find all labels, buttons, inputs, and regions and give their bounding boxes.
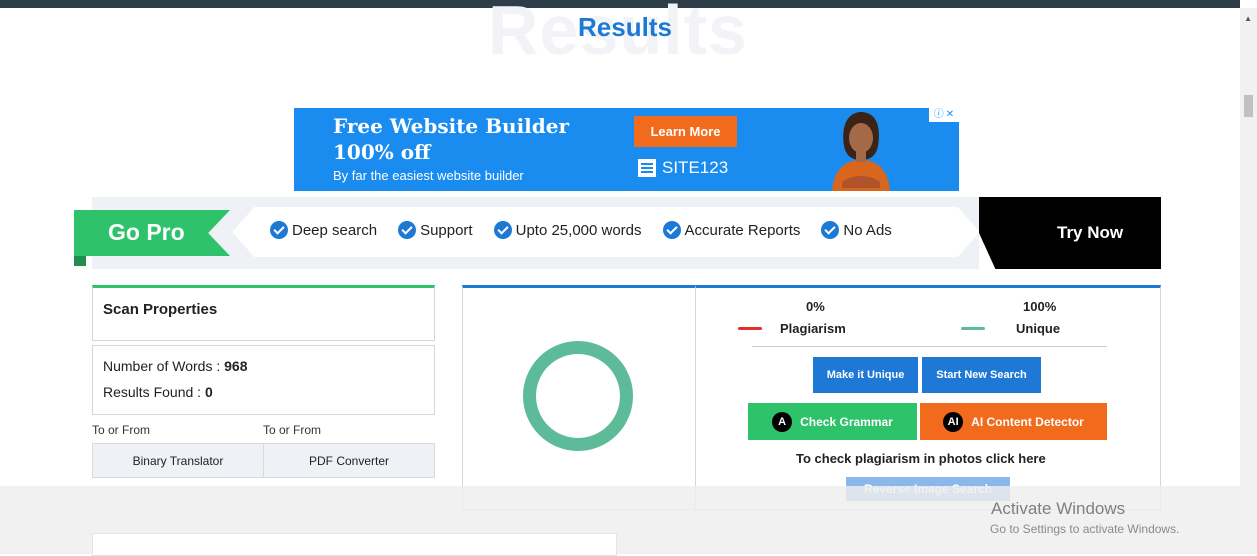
word-count: Number of Words : 968 bbox=[103, 358, 247, 374]
feature-item: Support bbox=[398, 221, 473, 239]
ai-detector-label: AI Content Detector bbox=[971, 414, 1084, 429]
ai-content-detector-button[interactable]: AI AI Content Detector bbox=[920, 403, 1107, 440]
check-circle-icon bbox=[398, 221, 417, 239]
scan-properties-title: Scan Properties bbox=[103, 301, 218, 318]
try-now-label[interactable]: Try Now bbox=[1057, 223, 1123, 243]
ad-person-image bbox=[832, 112, 890, 191]
check-circle-icon bbox=[821, 221, 840, 239]
adchoices-icon[interactable]: ⓘ bbox=[934, 110, 944, 120]
ad-headline: Free Website Builder bbox=[333, 114, 570, 138]
feature-label: Support bbox=[420, 221, 473, 239]
gopro-label: Go Pro bbox=[108, 219, 185, 245]
scroll-up-icon[interactable]: ▲ bbox=[1244, 14, 1252, 23]
ad-brand-logo: SITE123 bbox=[638, 158, 728, 178]
feature-item: Accurate Reports bbox=[662, 221, 801, 239]
results-found-label: Results Found : bbox=[103, 384, 205, 400]
text-input-area[interactable] bbox=[92, 533, 617, 556]
close-icon[interactable]: ✕ bbox=[946, 110, 954, 120]
tool-caption: To or From bbox=[263, 423, 322, 437]
unique-legend-swatch bbox=[961, 327, 985, 330]
scrollbar[interactable] bbox=[1240, 8, 1257, 554]
scan-properties-header: Scan Properties bbox=[92, 285, 435, 341]
pdf-converter-button[interactable]: PDF Converter bbox=[263, 443, 435, 478]
scroll-thumb[interactable] bbox=[1244, 95, 1253, 117]
check-circle-icon bbox=[662, 221, 681, 239]
feature-item: Deep search bbox=[270, 221, 377, 239]
feature-label: Deep search bbox=[292, 221, 378, 239]
ad-controls[interactable]: ⓘ ✕ bbox=[929, 108, 959, 122]
activate-windows-title: Activate Windows bbox=[991, 499, 1126, 518]
check-grammar-button[interactable]: A Check Grammar bbox=[748, 403, 917, 440]
activate-windows-subtitle: Go to Settings to activate Windows. bbox=[990, 522, 1180, 536]
uniqueness-donut-chart bbox=[523, 341, 633, 451]
ai-icon: AI bbox=[943, 411, 964, 432]
check-circle-icon bbox=[493, 221, 512, 239]
check-circle-icon bbox=[270, 221, 288, 239]
feature-item: No Ads bbox=[821, 221, 892, 239]
site123-logo-icon bbox=[638, 159, 656, 177]
plagiarism-label: Plagiarism bbox=[780, 321, 846, 336]
feature-label: Accurate Reports bbox=[684, 221, 801, 239]
grammar-icon: A bbox=[772, 411, 793, 432]
feature-label: Upto 25,000 words bbox=[515, 221, 642, 239]
ad-brand-name: SITE123 bbox=[662, 158, 729, 177]
divider bbox=[752, 346, 1107, 347]
make-it-unique-button[interactable]: Make it Unique bbox=[813, 357, 918, 393]
photo-plagiarism-text: To check plagiarism in photos click here bbox=[796, 451, 1046, 466]
word-count-value: 968 bbox=[224, 358, 248, 374]
ad-banner[interactable]: Free Website Builder 100% off By far the… bbox=[294, 108, 959, 191]
plagiarism-legend-swatch bbox=[738, 327, 762, 330]
plagiarism-percent: 0% bbox=[806, 299, 825, 314]
tool-caption: To or From bbox=[92, 423, 151, 437]
ad-learn-more-button[interactable]: Learn More bbox=[634, 116, 737, 147]
unique-label: Unique bbox=[1016, 321, 1061, 336]
gopro-badge-fold bbox=[74, 256, 86, 266]
gopro-feature-list: Deep search Support Upto 25,000 words Ac… bbox=[270, 221, 913, 239]
ad-subtext: By far the easiest website builder bbox=[333, 168, 524, 183]
unique-percent: 100% bbox=[1023, 299, 1057, 314]
binary-translator-button[interactable]: Binary Translator bbox=[92, 443, 264, 478]
start-new-search-button[interactable]: Start New Search bbox=[922, 357, 1041, 393]
results-found-value: 0 bbox=[204, 384, 213, 400]
check-grammar-label: Check Grammar bbox=[800, 414, 893, 429]
results-found: Results Found : 0 bbox=[103, 384, 213, 400]
ad-discount: 100% off bbox=[333, 140, 431, 164]
page-title: Results bbox=[578, 12, 672, 42]
feature-item: Upto 25,000 words bbox=[493, 221, 642, 239]
scan-properties-body: Number of Words : 968 Results Found : 0 bbox=[92, 345, 435, 415]
feature-label: No Ads bbox=[843, 221, 892, 239]
word-count-label: Number of Words : bbox=[103, 358, 225, 374]
